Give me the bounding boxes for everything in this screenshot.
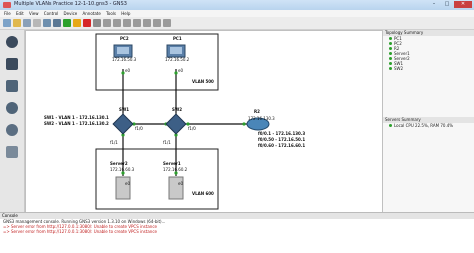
topology-canvas[interactable]: PC2 172.16.50.3 e0 PC1 172.16.50.2 e0 VL… <box>25 30 383 214</box>
pc2-ip-label: 172.16.50.3 <box>112 57 137 62</box>
security-devices-icon[interactable] <box>6 102 18 114</box>
menu-device[interactable]: Device <box>64 11 78 16</box>
console-connect-icon[interactable] <box>43 19 51 27</box>
menu-help[interactable]: Help <box>121 11 130 16</box>
reload-all-icon[interactable] <box>93 19 101 27</box>
server1-port-label: e0 <box>178 181 184 186</box>
sw2-note-label: SW2 - VLAN 1 - 172.16.130.2 <box>44 121 109 126</box>
sw1-f11-label: f1/1 <box>110 140 118 145</box>
title-bar: Multiple VLANs Practice 12-1-10.gns3 - G… <box>0 0 474 10</box>
menu-annotate[interactable]: Annotate <box>83 11 101 16</box>
close-icon[interactable]: ✕ <box>454 1 472 8</box>
add-link-icon[interactable] <box>6 146 18 158</box>
menu-tools[interactable]: Tools <box>106 11 116 16</box>
server1-ip-label: 172.16.60.2 <box>163 167 188 172</box>
r2-subif-1: f0/0.1 - 172.16.130.3 <box>258 131 306 136</box>
stop-all-icon[interactable] <box>83 19 91 27</box>
menu-file[interactable]: File <box>4 11 11 16</box>
sw2-f11-label: f1/1 <box>163 140 171 145</box>
server1-label: Server1 <box>163 161 181 166</box>
pc1-port-label: e0 <box>178 68 184 73</box>
server2-port-label: e0 <box>125 181 131 186</box>
sw2-icon[interactable] <box>165 113 187 135</box>
menu-bar: File Edit View Control Device Annotate T… <box>0 10 474 17</box>
pc1-ip-label: 172.16.50.2 <box>165 57 190 62</box>
server2-ip-label: 172.16.60.3 <box>110 167 135 172</box>
sw1-icon[interactable] <box>112 113 134 135</box>
status-dot-icon <box>389 52 392 55</box>
status-dot-icon <box>389 57 392 60</box>
status-dot-icon <box>389 42 392 45</box>
sw1-f10-label: f1/0 <box>135 126 143 131</box>
suspend-all-icon[interactable] <box>73 19 81 27</box>
menu-control[interactable]: Control <box>44 11 58 16</box>
device-toolbar <box>0 30 25 236</box>
end-devices-icon[interactable] <box>6 80 18 92</box>
status-dot <box>242 122 246 126</box>
topology-item-label: SW2 <box>394 66 404 71</box>
servers-item-local[interactable]: Local CPU 22.5%, RAM 70.4% <box>383 123 474 128</box>
app-icon <box>3 2 11 8</box>
picture-icon[interactable] <box>113 19 121 27</box>
start-all-icon[interactable] <box>63 19 71 27</box>
pc1-screen-icon <box>170 47 182 54</box>
right-panel: Topology Summary PC1 PC2 R2 Server1 Serv… <box>383 30 474 212</box>
r2-label: R2 <box>254 109 260 114</box>
vlan500-label: VLAN 500 <box>192 79 214 84</box>
screenshot-icon[interactable] <box>163 19 171 27</box>
sw1-label: SW1 <box>119 107 130 112</box>
status-dot-icon <box>389 67 392 70</box>
window-title: Multiple VLANs Practice 12-1-10.gns3 - G… <box>14 1 127 7</box>
r2-subif-2: f0/0.50 - 172.16.50.1 <box>258 137 306 142</box>
routers-icon[interactable] <box>6 36 18 48</box>
server2-label: Server2 <box>110 161 128 166</box>
sw2-label: SW2 <box>172 107 183 112</box>
servers-item-label: Local CPU 22.5%, RAM 70.4% <box>394 123 454 128</box>
sw2-f10-label: f1/0 <box>188 126 196 131</box>
open-project-icon[interactable] <box>13 19 21 27</box>
all-devices-icon[interactable] <box>6 124 18 136</box>
menu-view[interactable]: View <box>29 11 39 16</box>
sw1-note-label: SW1 - VLAN 1 - 172.16.130.1 <box>44 115 109 120</box>
pc2-screen-icon <box>117 47 129 54</box>
rectangle-icon[interactable] <box>123 19 131 27</box>
pc1-label: PC1 <box>173 36 182 41</box>
terminal-icon[interactable] <box>53 19 61 27</box>
panel-spacer <box>383 71 474 117</box>
note-icon[interactable] <box>103 19 111 27</box>
zoom-out-icon[interactable] <box>153 19 161 27</box>
minimize-icon[interactable]: – <box>428 1 440 8</box>
vlan600-label: VLAN 600 <box>192 191 214 196</box>
status-dot-icon <box>389 124 392 127</box>
new-project-icon[interactable] <box>3 19 11 27</box>
snapshot-icon[interactable] <box>33 19 41 27</box>
menu-edit[interactable]: Edit <box>16 11 24 16</box>
status-dot-icon <box>389 47 392 50</box>
maximize-icon[interactable]: □ <box>441 1 453 8</box>
vlan600-box <box>95 148 219 210</box>
switches-icon[interactable] <box>6 58 18 70</box>
r2-ip-label: 172.16.130.3 <box>248 116 275 121</box>
status-dot-icon <box>389 37 392 40</box>
console-panel: Console GNS3 management console. Running… <box>0 212 474 253</box>
toolbar <box>0 17 474 30</box>
zoom-in-icon[interactable] <box>143 19 151 27</box>
ellipse-icon[interactable] <box>133 19 141 27</box>
console-line-3: => Server error from http://127.0.0.1:30… <box>3 229 157 234</box>
status-dot-icon <box>389 62 392 65</box>
app-window: Multiple VLANs Practice 12-1-10.gns3 - G… <box>0 0 474 253</box>
pc2-port-label: e0 <box>125 68 131 73</box>
r2-subif-3: f0/0.60 - 172.16.60.1 <box>258 143 306 148</box>
pc2-label: PC2 <box>120 36 129 41</box>
save-project-icon[interactable] <box>23 19 31 27</box>
